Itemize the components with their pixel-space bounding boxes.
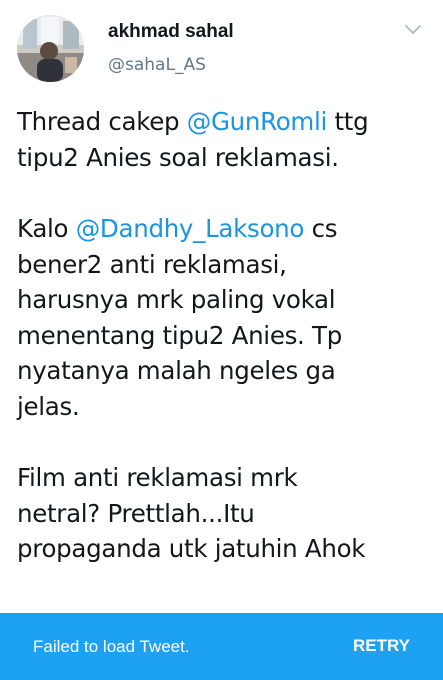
- tweet-line: bener2 anti reklamasi,: [17, 249, 287, 279]
- tweet-text-span: ttg: [327, 107, 369, 136]
- tweet-paragraph-1: Thread cakep @GunRomli ttg tipu2 Anies s…: [17, 104, 437, 175]
- tweet-line: netral? Prettlah...Itu: [17, 498, 255, 528]
- author-name[interactable]: akhmad sahal: [108, 21, 234, 43]
- tweet-line: Kalo @Dandhy_Laksono cs: [17, 211, 437, 247]
- tweet-line: tipu2 Anies soal reklamasi.: [17, 142, 339, 172]
- tweet-header: akhmad sahal @sahaL_AS: [0, 0, 443, 96]
- tweet-text: Thread cakep @GunRomli ttg tipu2 Anies s…: [17, 104, 437, 567]
- tweet-line: jelas.: [17, 391, 80, 421]
- tweet-line: Thread cakep @GunRomli ttg: [17, 104, 437, 140]
- tweet-paragraph-2: Kalo @Dandhy_Laksono cs bener2 anti rekl…: [17, 211, 437, 424]
- avatar[interactable]: [17, 15, 84, 82]
- error-snackbar: Failed to load Tweet. RETRY: [0, 613, 443, 680]
- tweet-line: harusnya mrk paling vokal: [17, 285, 336, 314]
- retry-button[interactable]: RETRY: [353, 636, 410, 656]
- chevron-down-icon[interactable]: [403, 22, 423, 36]
- tweet-text-span: Kalo: [17, 214, 76, 243]
- avatar-photo: [17, 15, 84, 82]
- tweet-text-span: cs: [304, 214, 338, 243]
- tweet-line: nyatanya malah ngeles ga: [17, 356, 336, 385]
- mention-link-gunromli[interactable]: @GunRomli: [187, 107, 328, 136]
- mention-link-dandhy-laksono[interactable]: @Dandhy_Laksono: [76, 214, 305, 243]
- tweet-line: menentang tipu2 Anies. Tp: [17, 320, 342, 350]
- tweet-text-span: Thread cakep: [17, 107, 187, 136]
- tweet-line: Film anti reklamasi mrk: [17, 463, 298, 492]
- tweet-paragraph-3: Film anti reklamasi mrk netral? Prettlah…: [17, 460, 437, 567]
- tweet-line: propaganda utk jatuhin Ahok: [17, 534, 366, 563]
- snackbar-message: Failed to load Tweet.: [33, 637, 190, 656]
- author-handle[interactable]: @sahaL_AS: [108, 55, 206, 75]
